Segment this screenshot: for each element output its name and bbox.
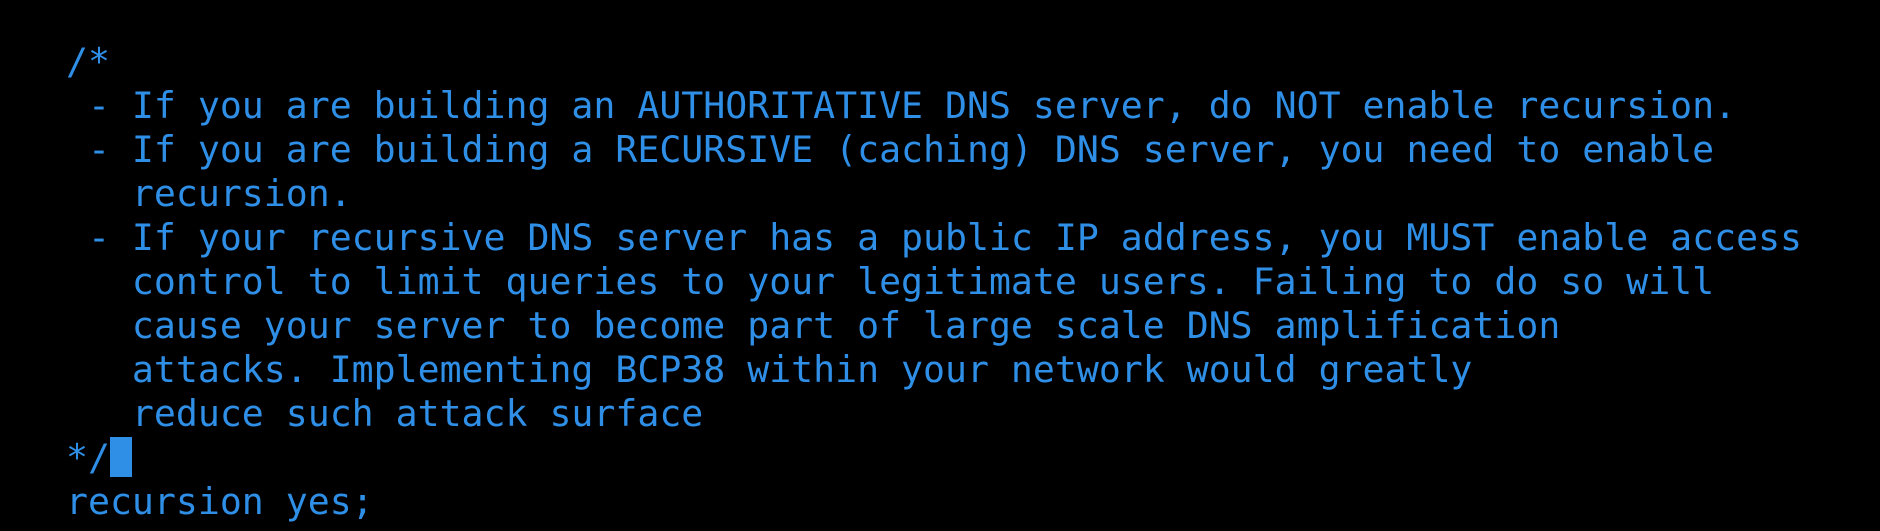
comment-line-authoritative: - If you are building an AUTHORITATIVE D… [66, 84, 1737, 127]
comment-line-amplification: cause your server to become part of larg… [66, 304, 1561, 347]
comment-line-attack-surface: reduce such attack surface [66, 392, 704, 435]
text-cursor [109, 437, 132, 477]
comment-close-line: */ [66, 436, 1880, 480]
comment-line-recursive: - If you are building a RECURSIVE (cachi… [66, 128, 1715, 171]
comment-line-public-ip: - If your recursive DNS server has a pub… [66, 216, 1803, 259]
comment-line-recursion: recursion. [66, 172, 352, 215]
comment-open-line: /* [66, 40, 110, 83]
comment-close-text: */ [66, 436, 110, 479]
recursion-directive-line: recursion yes; [66, 480, 374, 523]
comment-line-bcp38: attacks. Implementing BCP38 within your … [66, 348, 1473, 391]
comment-line-access-control: control to limit queries to your legitim… [66, 260, 1715, 303]
terminal-window[interactable]: /* - If you are building an AUTHORITATIV… [0, 0, 1880, 531]
